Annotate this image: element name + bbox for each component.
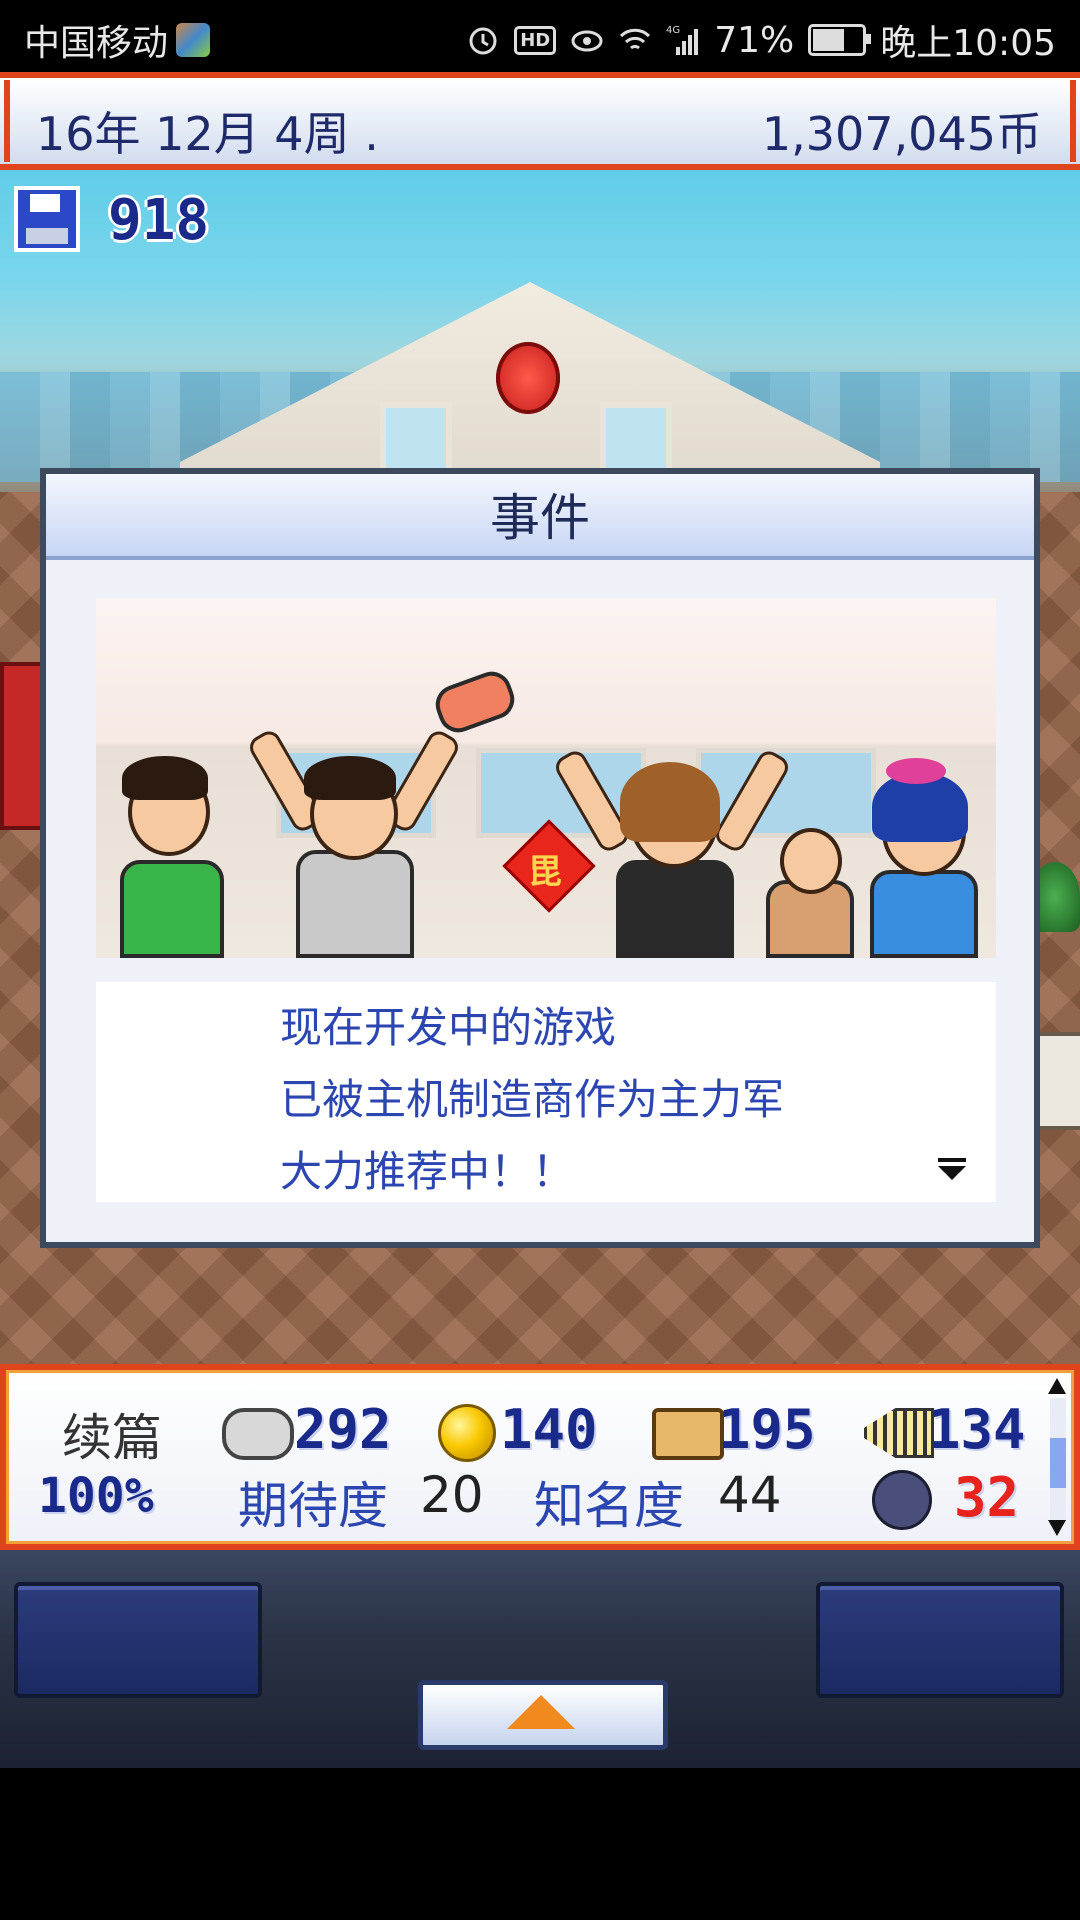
graphics-value: 195 bbox=[718, 1398, 816, 1461]
up-arrow-icon bbox=[507, 1695, 575, 1729]
game-stats-panel: 续篇 100% 292 140 195 134 期待度 20 知名度 44 32 bbox=[0, 1364, 1080, 1550]
lightbulb-icon bbox=[438, 1404, 496, 1462]
expectation-label: 期待度 bbox=[238, 1477, 388, 1535]
scroll-down-icon[interactable] bbox=[1048, 1520, 1066, 1536]
message-line: 大力推荐中！！ bbox=[280, 1147, 575, 1196]
gamepad-icon bbox=[222, 1408, 294, 1460]
stats-scrollbar[interactable] bbox=[1050, 1398, 1066, 1522]
employee-figure bbox=[396, 666, 556, 748]
creativity-value: 140 bbox=[500, 1398, 598, 1461]
sound-value: 134 bbox=[928, 1398, 1026, 1461]
wifi-icon bbox=[620, 28, 651, 50]
status-left: 中国移动 bbox=[24, 14, 211, 66]
dialog-title: 事件 bbox=[490, 489, 590, 547]
employee-figure bbox=[245, 727, 463, 958]
dialog-title-bar: 事件 bbox=[46, 474, 1034, 560]
employee-figure bbox=[756, 808, 856, 958]
scroll-up-icon[interactable] bbox=[1048, 1378, 1066, 1394]
game-date: 16年 12月 4周 . bbox=[36, 107, 379, 161]
bug-count: 32 bbox=[954, 1466, 1020, 1529]
continue-arrow-icon[interactable] bbox=[938, 1158, 966, 1180]
money-display: 1,307,045币 bbox=[761, 107, 1042, 161]
employee-figure bbox=[110, 738, 230, 958]
employee-figure bbox=[856, 748, 986, 958]
fun-value: 292 bbox=[294, 1398, 392, 1461]
lantern-icon bbox=[496, 342, 560, 414]
sound-icon bbox=[864, 1408, 934, 1458]
genre-label: 续篇 bbox=[62, 1409, 162, 1467]
scroll-thumb[interactable] bbox=[1050, 1438, 1066, 1488]
battery-icon bbox=[808, 24, 872, 56]
eye-icon bbox=[571, 30, 603, 52]
fame-label: 知名度 bbox=[534, 1477, 684, 1535]
control-bar bbox=[0, 1550, 1080, 1768]
research-points: 918 bbox=[108, 188, 210, 253]
expand-menu-button[interactable] bbox=[418, 1680, 668, 1750]
development-progress: 100% bbox=[38, 1468, 154, 1524]
event-illustration: 毘 bbox=[96, 598, 996, 958]
message-line: 现在开发中的游戏 bbox=[280, 1003, 617, 1052]
hd-icon: HD bbox=[514, 25, 557, 55]
alarm-icon bbox=[469, 27, 497, 55]
right-menu-button[interactable] bbox=[816, 1582, 1064, 1698]
employee-figure bbox=[551, 738, 793, 958]
battery-fill bbox=[813, 29, 845, 51]
left-menu-button[interactable] bbox=[14, 1582, 262, 1698]
clock: 晚上10:05 bbox=[880, 23, 1056, 64]
fu-sign-text: 毘 bbox=[528, 852, 562, 892]
event-dialog[interactable]: 事件 毘 现在开发中的游戏 已被主机制造商作为主力军 大力推荐中！！ bbox=[40, 468, 1040, 1248]
message-line: 已被主机制造商作为主力军 bbox=[280, 1075, 785, 1124]
signal-icon: 4G bbox=[666, 25, 699, 55]
event-message-box[interactable]: 现在开发中的游戏 已被主机制造商作为主力军 大力推荐中！！ bbox=[96, 982, 996, 1202]
expectation-value: 20 bbox=[420, 1466, 484, 1524]
battery-percent: 71% bbox=[714, 19, 795, 61]
status-bar: 中国移动 HD 4G 71% 晚上10:05 bbox=[0, 0, 1080, 72]
palette-icon bbox=[652, 1408, 724, 1460]
svg-text:4G: 4G bbox=[666, 25, 680, 36]
top-info-bar: 16年 12月 4周 . 1,307,045币 bbox=[0, 72, 1080, 170]
fame-value: 44 bbox=[718, 1466, 782, 1524]
app-notification-icon bbox=[176, 23, 211, 57]
bug-icon bbox=[872, 1470, 932, 1530]
status-right: HD 4G 71% 晚上10:05 bbox=[466, 14, 1056, 66]
floppy-disk-icon[interactable] bbox=[14, 186, 80, 252]
carrier-label: 中国移动 bbox=[24, 23, 169, 64]
